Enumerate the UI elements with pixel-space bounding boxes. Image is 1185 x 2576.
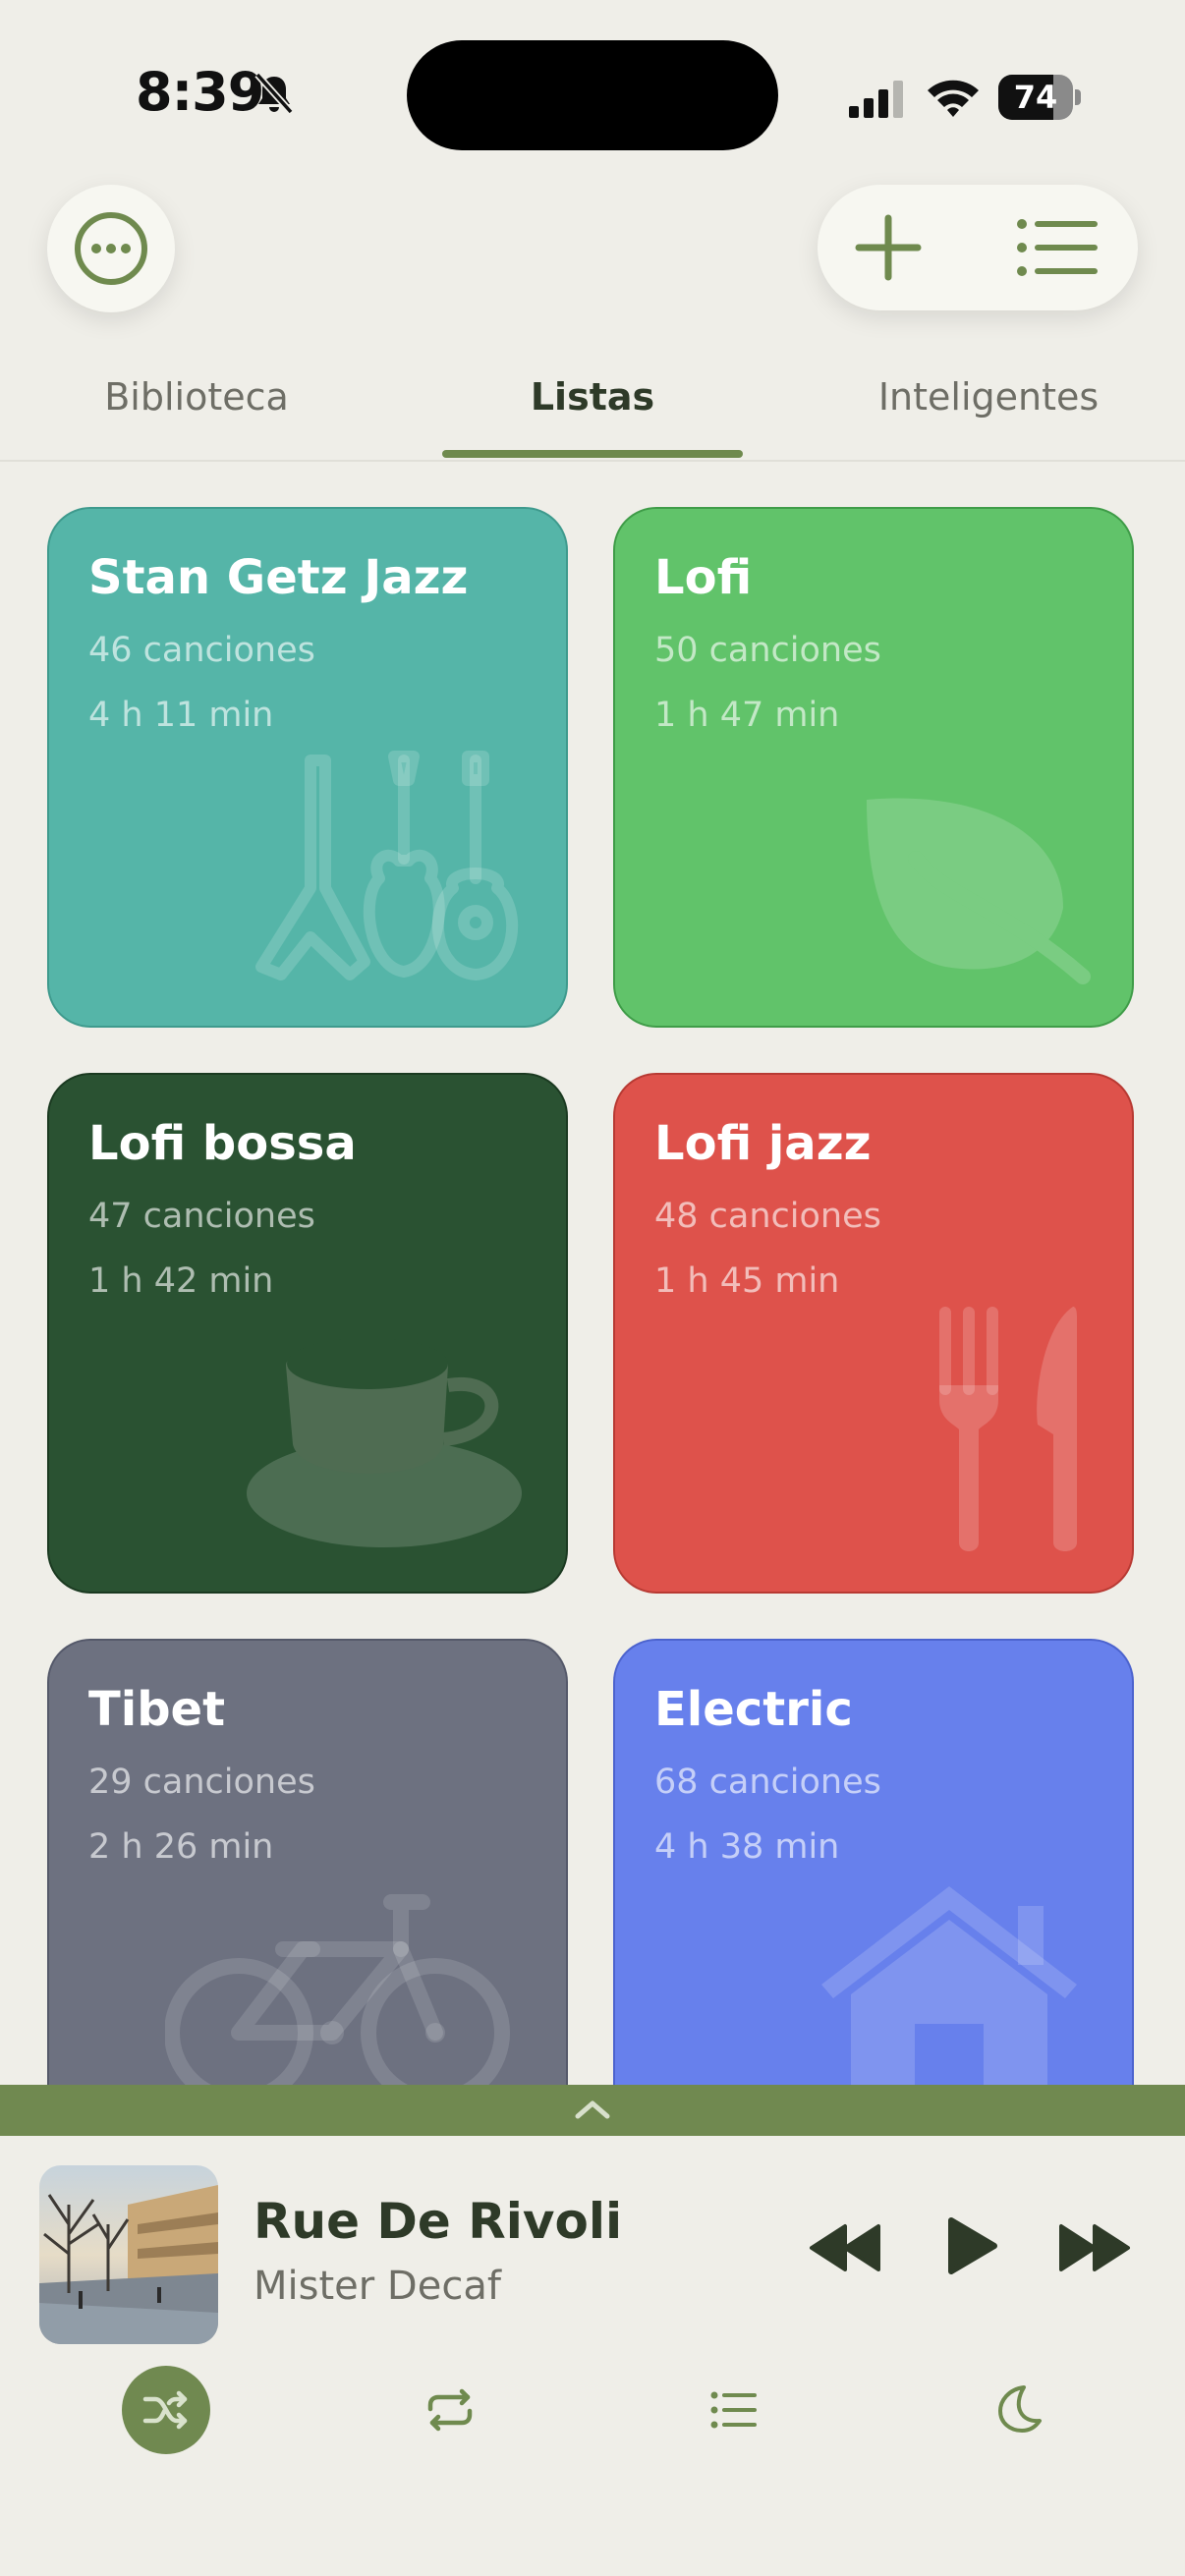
playlist-title: Lofi bossa — [88, 1116, 357, 1171]
playlist-duration: 4 h 38 min — [654, 1827, 840, 1867]
battery-level: 74 — [1013, 79, 1058, 116]
now-playing-artist: Mister Decaf — [254, 2264, 501, 2309]
toolbar-pill — [818, 185, 1138, 310]
repeat-button[interactable] — [424, 2387, 476, 2433]
status-bar: 8:39 74 — [0, 0, 1185, 187]
playlist-song-count: 47 canciones — [88, 1197, 315, 1236]
playlist-song-count: 46 canciones — [88, 631, 315, 670]
coffee-cup-icon — [247, 1338, 522, 1547]
rewind-button[interactable] — [808, 2222, 882, 2273]
tab-biblioteca[interactable]: Biblioteca — [0, 375, 393, 419]
playlist-song-count: 50 canciones — [654, 631, 881, 670]
dynamic-island — [407, 40, 778, 150]
playlist-song-count: 48 canciones — [654, 1197, 881, 1236]
battery-indicator: 74 — [998, 75, 1081, 120]
status-time: 8:39 — [136, 61, 264, 123]
playlist-card-lofi-bossa[interactable]: Lofi bossa 47 canciones 1 h 42 min — [47, 1073, 568, 1594]
house-icon — [821, 1886, 1077, 2085]
playlist-duration: 1 h 47 min — [654, 696, 840, 735]
segment-tabs: Biblioteca Listas Inteligentes — [0, 354, 1185, 462]
playlist-duration: 1 h 42 min — [88, 1261, 274, 1301]
add-playlist-button[interactable] — [849, 208, 928, 287]
playlist-title: Electric — [654, 1682, 853, 1737]
leaf-icon — [867, 798, 1091, 984]
player-expand-handle[interactable] — [0, 2085, 1185, 2136]
album-cover[interactable] — [39, 2165, 218, 2344]
playlist-card-lofi-jazz[interactable]: Lofi jazz 48 canciones 1 h 45 min — [613, 1073, 1134, 1594]
more-options-button[interactable] — [47, 185, 175, 312]
fast-forward-button[interactable] — [1057, 2222, 1132, 2273]
cellular-signal-icon — [849, 81, 903, 118]
mini-player: Rue De Rivoli Mister Decaf — [0, 2136, 1185, 2576]
playlist-title: Tibet — [88, 1682, 226, 1737]
playlist-card-stan-getz-jazz[interactable]: Stan Getz Jazz 46 canciones 4 h 11 min — [47, 507, 568, 1028]
playlist-title: Lofi — [654, 550, 753, 605]
playlist-duration: 2 h 26 min — [88, 1827, 274, 1867]
ellipsis-circle-icon — [75, 212, 147, 285]
playlist-title: Stan Getz Jazz — [88, 550, 469, 605]
now-playing-title: Rue De Rivoli — [254, 2193, 623, 2250]
list-view-button[interactable] — [1012, 208, 1100, 287]
play-button[interactable] — [945, 2214, 1000, 2277]
guitars-icon — [255, 751, 519, 980]
shuffle-icon — [142, 2390, 188, 2430]
playlist-card-lofi[interactable]: Lofi 50 canciones 1 h 47 min — [613, 507, 1134, 1028]
playlist-song-count: 68 canciones — [654, 1763, 881, 1802]
wifi-icon — [928, 80, 979, 117]
playlist-title: Lofi jazz — [654, 1116, 872, 1171]
shuffle-button[interactable] — [122, 2366, 210, 2454]
playlist-song-count: 29 canciones — [88, 1763, 315, 1802]
fork-knife-icon — [939, 1307, 1077, 1551]
playlist-card-electric[interactable]: Electric 68 canciones 4 h 38 min — [613, 1639, 1134, 2085]
bell-muted-icon — [254, 72, 294, 115]
queue-list-button[interactable] — [709, 2389, 759, 2431]
chevron-up-icon — [575, 2100, 610, 2119]
bicycle-icon — [165, 1894, 510, 2085]
active-tab-indicator — [442, 450, 743, 458]
playlist-duration: 4 h 11 min — [88, 696, 274, 735]
playlist-card-tibet[interactable]: Tibet 29 canciones 2 h 26 min — [47, 1639, 568, 2085]
sleep-timer-button[interactable] — [996, 2383, 1044, 2435]
playlist-duration: 1 h 45 min — [654, 1261, 840, 1301]
tab-listas[interactable]: Listas — [396, 375, 789, 419]
tab-inteligentes[interactable]: Inteligentes — [792, 375, 1185, 419]
